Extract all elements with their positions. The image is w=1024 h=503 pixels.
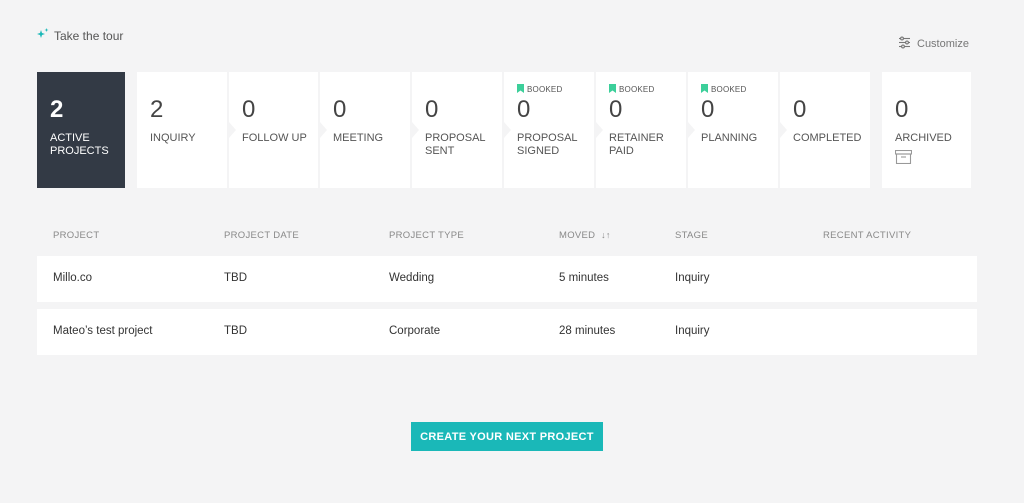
stage-count: 0 bbox=[793, 96, 807, 123]
stage-proposal-sent[interactable]: 0 PROPOSAL SENT bbox=[412, 72, 502, 188]
stage-count: 2 bbox=[50, 96, 64, 123]
take-the-tour-link[interactable]: Take the tour bbox=[37, 28, 123, 43]
table-row[interactable]: Millo.co TBD Wedding 5 minutes Inquiry bbox=[37, 256, 977, 302]
booked-label: BOOKED bbox=[527, 85, 563, 94]
stage-active-projects[interactable]: 2 ACTIVE PROJECTS bbox=[37, 72, 125, 188]
stage-count: 2 bbox=[150, 96, 164, 123]
stage-archived[interactable]: 0 ARCHIVED bbox=[882, 72, 971, 188]
stage-completed[interactable]: 0 COMPLETED bbox=[780, 72, 870, 188]
column-header-stage[interactable]: STAGE bbox=[675, 230, 708, 241]
stage-notch bbox=[780, 122, 787, 138]
stage-label: PROPOSAL SIGNED bbox=[517, 132, 578, 157]
column-header-recent-activity[interactable]: RECENT ACTIVITY bbox=[823, 230, 911, 241]
stage-notch bbox=[688, 122, 695, 138]
booked-badge: BOOKED bbox=[609, 84, 654, 95]
cell-stage: Inquiry bbox=[675, 272, 710, 284]
column-header-project[interactable]: PROJECT bbox=[53, 230, 99, 241]
booked-badge: BOOKED bbox=[701, 84, 746, 95]
archive-box-icon bbox=[894, 149, 913, 169]
stage-label: RETAINER PAID bbox=[609, 132, 664, 157]
stage-notch bbox=[596, 122, 603, 138]
take-the-tour-label: Take the tour bbox=[54, 28, 124, 43]
sparkle-icon bbox=[37, 28, 49, 43]
stage-retainer-paid[interactable]: BOOKED 0 RETAINER PAID bbox=[596, 72, 686, 188]
cell-project-date: TBD bbox=[224, 325, 247, 337]
booked-badge: BOOKED bbox=[517, 84, 562, 95]
stage-count: 0 bbox=[425, 96, 439, 123]
stage-follow-up[interactable]: 0 FOLLOW UP bbox=[229, 72, 318, 188]
stage-notch bbox=[504, 122, 511, 138]
stage-notch bbox=[320, 122, 327, 138]
cell-project: Millo.co bbox=[53, 272, 92, 284]
stage-count: 0 bbox=[242, 96, 256, 123]
bookmark-icon bbox=[517, 84, 524, 95]
sort-arrows-icon: ↓↑ bbox=[598, 230, 611, 240]
customize-button[interactable]: Customize bbox=[898, 36, 969, 52]
cell-project: Mateo’s test project bbox=[53, 325, 153, 337]
stage-label: MEETING bbox=[333, 132, 384, 144]
stage-label: PLANNING bbox=[701, 132, 758, 144]
stage-inquiry[interactable]: 2 INQUIRY bbox=[137, 72, 227, 188]
column-header-project-type[interactable]: PROJECT TYPE bbox=[389, 230, 464, 241]
stage-count: 0 bbox=[609, 96, 623, 123]
pipeline-stages: 2 ACTIVE PROJECTS 2 INQUIRY 0 FOLLOW UP … bbox=[37, 72, 971, 188]
stage-label: INQUIRY bbox=[150, 132, 196, 144]
booked-label: BOOKED bbox=[619, 85, 655, 94]
bookmark-icon bbox=[701, 84, 708, 95]
sliders-icon bbox=[898, 36, 911, 52]
stage-label: PROPOSAL SENT bbox=[425, 132, 486, 157]
column-header-project-date[interactable]: PROJECT DATE bbox=[224, 230, 299, 241]
table-row[interactable]: Mateo’s test project TBD Corporate 28 mi… bbox=[37, 309, 977, 355]
stage-count: 0 bbox=[701, 96, 715, 123]
stage-label: ARCHIVED bbox=[895, 132, 952, 144]
stage-proposal-signed[interactable]: BOOKED 0 PROPOSAL SIGNED bbox=[504, 72, 594, 188]
stage-notch bbox=[229, 122, 236, 138]
stage-label: FOLLOW UP bbox=[242, 132, 307, 144]
cell-project-type: Wedding bbox=[389, 272, 435, 284]
stage-count: 0 bbox=[517, 96, 531, 123]
customize-label: Customize bbox=[917, 38, 969, 50]
stage-notch bbox=[412, 122, 419, 138]
cell-project-type: Corporate bbox=[389, 325, 441, 337]
column-header-moved[interactable]: MOVED ↓↑ bbox=[559, 230, 611, 241]
stage-meeting[interactable]: 0 MEETING bbox=[320, 72, 410, 188]
stage-label: ACTIVE PROJECTS bbox=[50, 132, 109, 157]
cell-project-date: TBD bbox=[224, 272, 247, 284]
stage-planning[interactable]: BOOKED 0 PLANNING bbox=[688, 72, 778, 188]
stage-count: 0 bbox=[333, 96, 347, 123]
cell-moved: 28 minutes bbox=[559, 325, 616, 337]
stage-count: 0 bbox=[895, 96, 909, 123]
cell-moved: 5 minutes bbox=[559, 272, 609, 284]
column-header-moved-label: MOVED bbox=[559, 230, 596, 241]
bookmark-icon bbox=[609, 84, 616, 95]
stage-label: COMPLETED bbox=[793, 132, 862, 144]
cell-stage: Inquiry bbox=[675, 325, 710, 337]
create-next-project-button[interactable]: CREATE YOUR NEXT PROJECT bbox=[411, 422, 603, 451]
booked-label: BOOKED bbox=[711, 85, 747, 94]
